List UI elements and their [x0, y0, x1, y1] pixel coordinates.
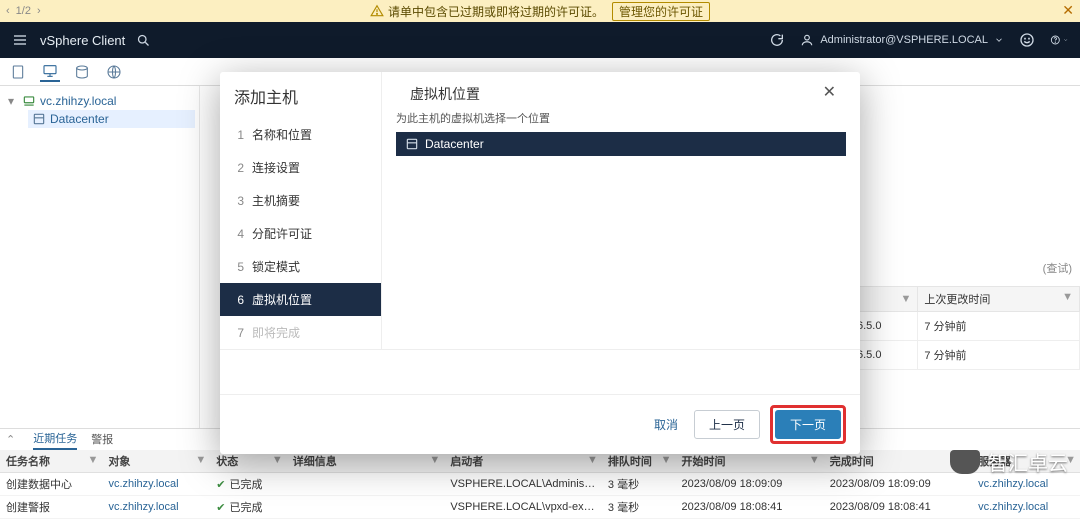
user-menu[interactable]: Administrator@VSPHERE.LOCAL — [800, 33, 1004, 47]
datacenter-icon — [405, 137, 419, 151]
app-header: vSphere Client Administrator@VSPHERE.LOC… — [0, 22, 1080, 58]
recent-tasks-table: 任务名称▼对象▼状态▼详细信息▼启动者▼排队时间▼开始时间▼完成时间▼服务器▼ … — [0, 450, 1080, 520]
table-row[interactable]: 6.5.07 分钟前 — [851, 312, 1080, 341]
networking-icon[interactable] — [104, 62, 124, 82]
wizard-step-5[interactable]: 5锁定模式 — [220, 250, 381, 283]
search-hint: (查试) — [1043, 260, 1072, 276]
watermark-text: 智汇卓云 — [988, 447, 1068, 476]
watermark: 智汇卓云 — [950, 447, 1068, 476]
wizard-title: 添加主机 — [220, 72, 381, 118]
warning-icon — [370, 4, 384, 18]
user-name: Administrator@VSPHERE.LOCAL — [820, 34, 988, 46]
chevron-down-icon — [994, 35, 1004, 45]
wizard-step-2[interactable]: 2连接设置 — [220, 151, 381, 184]
page-prev[interactable]: ‹ — [6, 5, 10, 17]
inventory-tree: ▾ vc.zhihzy.local Datacenter — [0, 86, 200, 428]
page-indicator: 1/2 — [16, 5, 31, 17]
filter-icon[interactable]: ▼ — [1062, 291, 1073, 303]
tab-recent-tasks[interactable]: 近期任务 — [33, 430, 77, 450]
vm-location-label: Datacenter — [425, 137, 484, 151]
search-icon[interactable] — [135, 32, 151, 48]
wizard-step-4[interactable]: 4分配许可证 — [220, 217, 381, 250]
license-warning-bar: ‹ 1/2 › 请单中包含已过期或即将过期的许可证。 管理您的许可证 ✕ — [0, 0, 1080, 22]
task-row[interactable]: 创建警报vc.zhihzy.local✔已完成VSPHERE.LOCAL\vpx… — [0, 496, 1080, 519]
wizard-step-1[interactable]: 1名称和位置 — [220, 118, 381, 151]
tree-datacenter-label: Datacenter — [50, 112, 109, 126]
task-row[interactable]: 创建数据中心vc.zhihzy.local✔已完成VSPHERE.LOCAL\A… — [0, 473, 1080, 496]
page-next[interactable]: › — [37, 5, 41, 17]
filter-icon[interactable]: ▼ — [900, 293, 911, 305]
task-col[interactable]: 对象▼ — [102, 450, 210, 473]
tree-root-label: vc.zhihzy.local — [40, 94, 116, 108]
app-title: vSphere Client — [40, 33, 125, 48]
table-row[interactable]: 6.5.07 分钟前 — [851, 341, 1080, 370]
caret-down-icon[interactable]: ▾ — [8, 94, 18, 108]
next-button[interactable]: 下一页 — [775, 410, 841, 439]
tree-root[interactable]: ▾ vc.zhihzy.local — [4, 92, 195, 110]
vcenter-icon — [22, 94, 36, 108]
warning-text: 请单中包含已过期或即将过期的许可证。 — [388, 3, 604, 20]
smile-icon[interactable] — [1018, 31, 1036, 49]
close-icon[interactable]: ✕ — [823, 82, 836, 102]
chevron-down-icon — [1063, 36, 1068, 44]
storage-icon[interactable] — [72, 62, 92, 82]
vms-templates-icon[interactable] — [40, 62, 60, 82]
vm-location-item[interactable]: Datacenter — [396, 132, 846, 156]
refresh-icon[interactable] — [768, 31, 786, 49]
task-col[interactable]: 任务名称▼ — [0, 450, 102, 473]
help-icon[interactable] — [1050, 31, 1068, 49]
datacenter-icon — [32, 112, 46, 126]
tree-datacenter[interactable]: Datacenter — [28, 110, 195, 128]
user-icon — [800, 33, 814, 47]
partial-table: ▼ 上次更改时间▼ 6.5.07 分钟前 6.5.07 分钟前 — [850, 286, 1080, 406]
wizard-step-3[interactable]: 3主机摘要 — [220, 184, 381, 217]
step-title: 虚拟机位置 — [410, 86, 480, 102]
expand-panel-icon[interactable]: ⌃ — [6, 433, 15, 446]
cancel-button[interactable]: 取消 — [654, 416, 678, 433]
wizard-step-7: 7即将完成 — [220, 316, 381, 349]
menu-icon[interactable] — [12, 32, 28, 48]
add-host-wizard: 添加主机 1名称和位置2连接设置3主机摘要4分配许可证5锁定模式6虚拟机位置7即… — [220, 72, 860, 454]
col-empty[interactable]: ▼ — [851, 287, 918, 312]
wechat-icon — [950, 450, 980, 474]
col-lastmod[interactable]: 上次更改时间▼ — [918, 287, 1080, 312]
close-warning-icon[interactable]: ✕ — [1062, 2, 1074, 19]
prev-button[interactable]: 上一页 — [694, 410, 760, 439]
step-description: 为此主机的虚拟机选择一个位置 — [396, 110, 846, 126]
tab-alarms[interactable]: 警报 — [91, 431, 113, 449]
wizard-step-6[interactable]: 6虚拟机位置 — [220, 283, 381, 316]
manage-licenses-link[interactable]: 管理您的许可证 — [612, 2, 710, 21]
hosts-clusters-icon[interactable] — [8, 62, 28, 82]
next-button-highlight: 下一页 — [770, 405, 846, 444]
